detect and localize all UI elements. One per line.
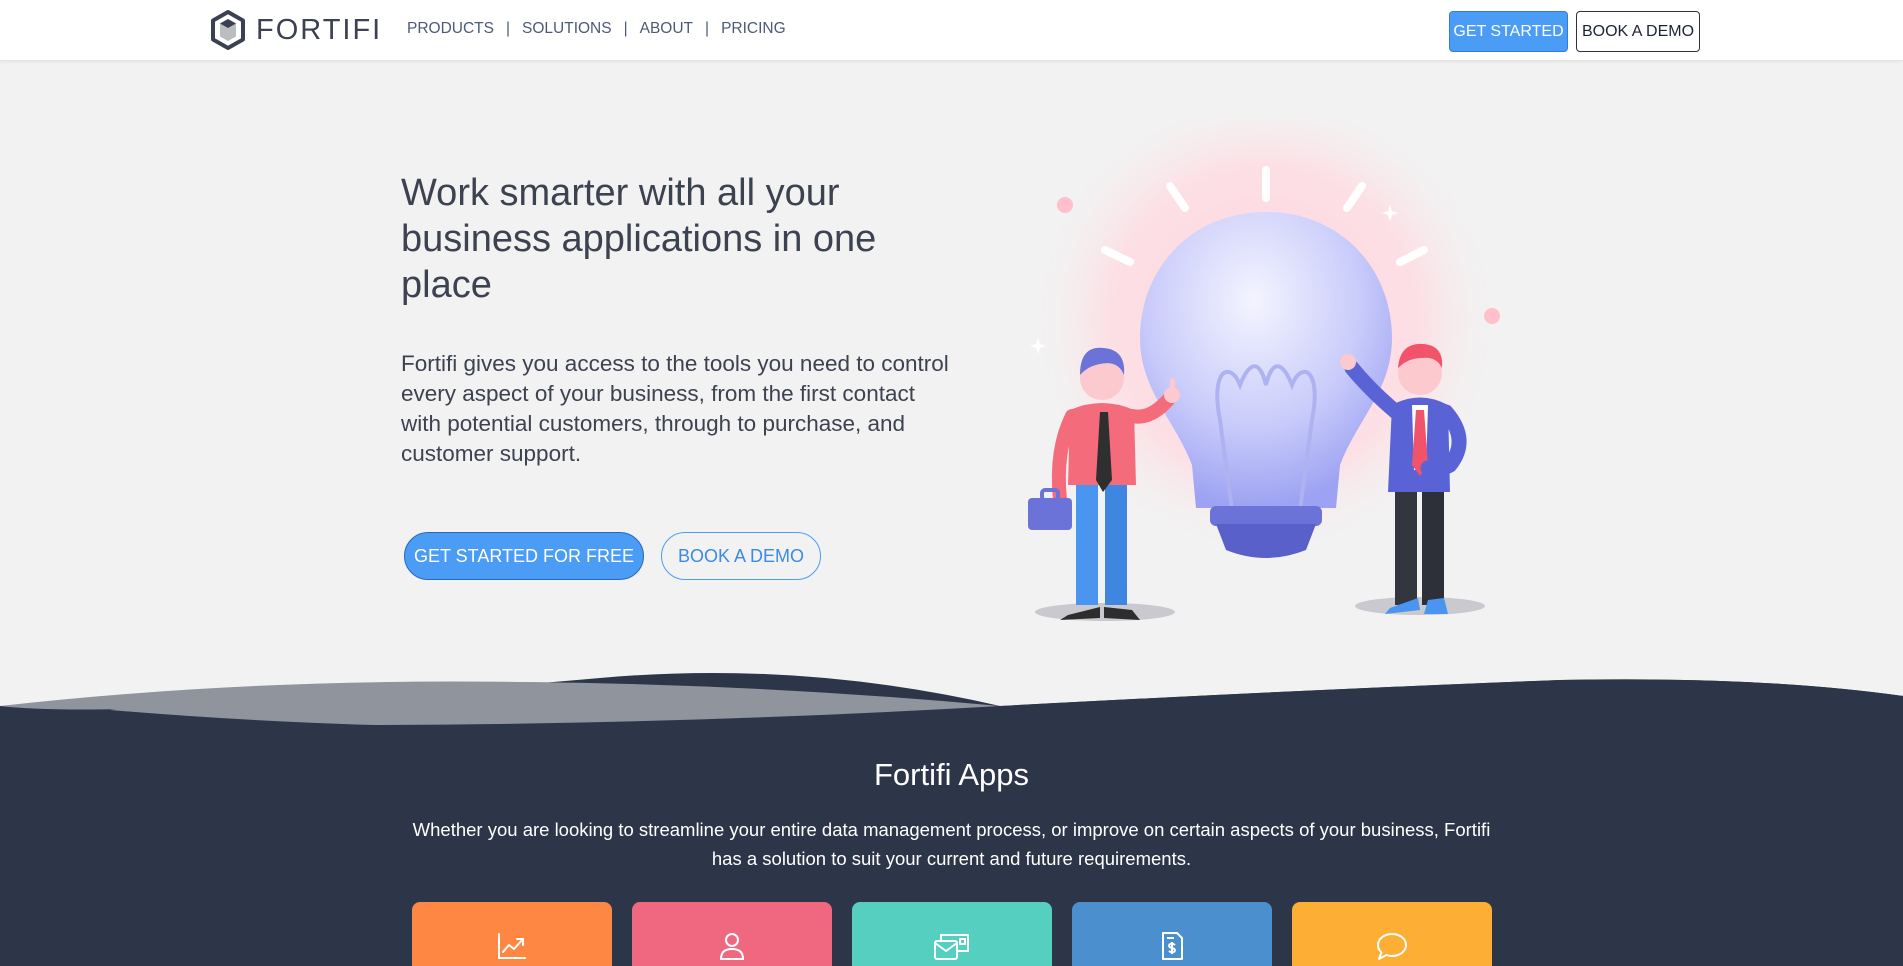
logo-wordmark: FORTIFI	[256, 13, 383, 46]
main-nav: PRODUCTS | SOLUTIONS | ABOUT | PRICING	[407, 20, 786, 38]
hero-illustration	[1000, 105, 1540, 640]
apps-description: Whether you are looking to streamline yo…	[412, 819, 1491, 869]
app-card[interactable]	[412, 902, 612, 966]
nav-item-solutions[interactable]: SOLUTIONS	[522, 20, 612, 38]
nav-separator: |	[705, 20, 710, 37]
header-get-started-button[interactable]: GET STARTED	[1449, 11, 1568, 52]
nav-item-products[interactable]: PRODUCTS	[407, 20, 494, 38]
nav-separator: |	[623, 20, 628, 37]
site-header: FORTIFI PRODUCTS | SOLUTIONS | ABOUT | P…	[0, 0, 1903, 61]
invoice-dollar-icon	[1156, 930, 1188, 966]
hexagon-logo-icon	[210, 10, 246, 50]
nav-item-about[interactable]: ABOUT	[640, 20, 693, 38]
app-card[interactable]	[1292, 902, 1492, 966]
chart-trend-icon	[496, 930, 528, 966]
app-card[interactable]	[632, 902, 832, 966]
app-card[interactable]	[1072, 902, 1272, 966]
nav-separator: |	[505, 20, 511, 37]
get-started-free-button[interactable]: GET STARTED FOR FREE	[404, 532, 644, 580]
header-book-demo-button[interactable]: BOOK A DEMO	[1576, 11, 1700, 52]
app-card[interactable]	[852, 902, 1052, 966]
user-icon	[716, 930, 748, 966]
chat-bubble-icon	[1375, 930, 1409, 966]
hero-book-demo-button[interactable]: BOOK A DEMO	[661, 532, 821, 580]
apps-title: Fortifi Apps	[873, 757, 1030, 792]
hero-description: Fortifi gives you access to the tools yo…	[401, 351, 949, 466]
nav-item-pricing[interactable]: PRICING	[721, 20, 786, 38]
mail-cards-icon	[932, 930, 972, 966]
hero-title: Work smarter with all your business appl…	[401, 172, 877, 306]
section-wave-divider	[0, 672, 1903, 770]
fortifi-logo[interactable]: FORTIFI	[210, 10, 382, 50]
